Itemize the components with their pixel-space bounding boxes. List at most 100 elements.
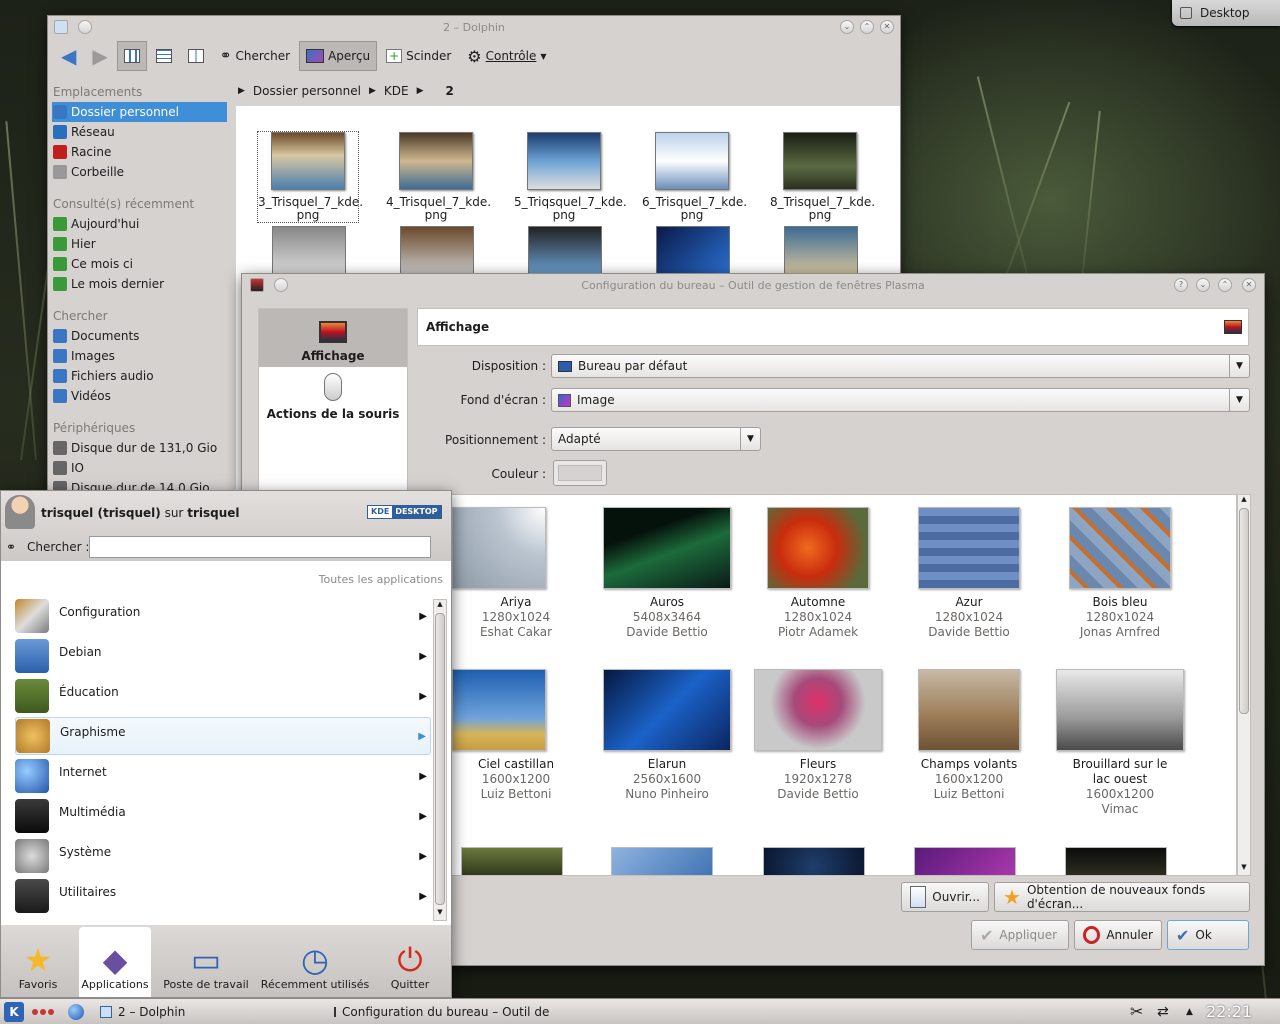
sidebar-item-search-1[interactable]: Images (52, 346, 115, 366)
wallpaper-item[interactable]: Champs volants 1600x1200 Luiz Bettoni (899, 669, 1039, 802)
search-input[interactable] (89, 536, 431, 558)
sidebar-item-search-0[interactable]: Documents (52, 326, 139, 346)
kde-launcher-icon[interactable]: K (4, 1001, 24, 1022)
globe-icon[interactable] (68, 1003, 84, 1020)
network-icon[interactable]: ⇄ (1157, 1004, 1169, 1020)
sidebar-item-places-0[interactable]: Dossier personnel (52, 102, 227, 122)
get-new-wallpapers-button[interactable]: ★ Obtention de nouveaux fonds d'écran... (994, 882, 1250, 912)
wallpaper-preview[interactable] (763, 847, 865, 875)
task-config[interactable]: Configuration du bureau – Outil de ge (330, 1001, 552, 1023)
file-thumbnail[interactable] (400, 226, 474, 276)
scroll-down-icon[interactable]: ▼ (434, 908, 446, 920)
close-button[interactable]: ✕ (880, 20, 894, 34)
window-menu-icon[interactable] (54, 20, 68, 34)
all-apps-label[interactable]: Toutes les applications (319, 573, 443, 586)
sidebar-item-search-3[interactable]: Vidéos (52, 386, 111, 406)
menu-category-item[interactable]: Internet ▶ (15, 757, 431, 795)
minimize-button[interactable]: ⌄ (1196, 278, 1210, 292)
wallpaper-item[interactable]: Brouillard sur le lac ouest 1600x1200 Vima… (1050, 669, 1190, 817)
file-item[interactable]: 5_Triqsquel_7_kde. png (514, 132, 627, 222)
open-button[interactable]: Ouvrir... (901, 882, 989, 912)
scissors-icon[interactable]: ✂ (1130, 1002, 1143, 1021)
wallpaper-item[interactable]: Automne 1280x1024 Piotr Adamek (748, 507, 888, 640)
sidebar-item-recent-1[interactable]: Hier (52, 234, 96, 254)
file-thumbnail[interactable] (528, 226, 602, 276)
minimize-button[interactable]: ⌄ (840, 20, 854, 34)
wallpaper-preview[interactable] (914, 847, 1016, 875)
breadcrumb-item[interactable]: Dossier personnel (253, 84, 361, 98)
breadcrumb-item[interactable]: KDE (384, 84, 409, 98)
kickoff-tab[interactable]: ▭ Poste de travail (157, 927, 255, 997)
sidebar-item-places-3[interactable]: Corbeille (52, 162, 124, 182)
forward-button[interactable]: ▶ (85, 41, 114, 71)
wallpaper-preview[interactable] (1065, 847, 1167, 875)
color-button[interactable] (553, 460, 607, 486)
sidebar-item-devices-1[interactable]: IO (52, 458, 84, 478)
config-titlebar[interactable]: Configuration du bureau – Outil de gesti… (242, 274, 1264, 296)
kickoff-tab[interactable]: ◆ Applications (79, 927, 151, 997)
file-item[interactable]: 4_Trisquel_7_kde. png (386, 132, 491, 222)
wallpaper-item[interactable]: Azur 1280x1024 Davide Bettio (899, 507, 1039, 640)
section-display[interactable]: Affichage (259, 309, 407, 367)
window-menu-icon[interactable] (250, 278, 264, 292)
keep-above-button[interactable] (78, 20, 92, 34)
section-mouse-actions[interactable]: Actions de la souris (259, 367, 407, 425)
scroll-up-icon[interactable]: ▲ (434, 600, 446, 612)
menu-category-item[interactable]: Graphisme ▶ (15, 717, 431, 755)
pager-icon[interactable] (32, 1008, 54, 1015)
menu-category-item[interactable]: Multimédia ▶ (15, 797, 431, 835)
wallpaper-item[interactable]: Ariya 1280x1024 Eshat Cakar (446, 507, 586, 640)
kickoff-tab[interactable]: ★ Favoris (3, 927, 73, 997)
clock[interactable]: 22:21 (1206, 1002, 1252, 1021)
close-button[interactable]: ✕ (1242, 278, 1256, 292)
sidebar-item-places-2[interactable]: Racine (52, 142, 111, 162)
maximize-button[interactable]: ⌃ (1218, 278, 1232, 292)
wallpaper-scrollbar[interactable]: ▲ ▼ (1237, 494, 1251, 876)
ok-button[interactable]: ✔ Ok (1167, 920, 1249, 950)
help-button[interactable]: ? (1174, 278, 1188, 292)
menu-category-item[interactable]: Debian ▶ (15, 637, 431, 675)
wallpaper-item[interactable]: Elarun 2560x1600 Nuno Pinheiro (597, 669, 737, 802)
scroll-thumb[interactable] (1239, 508, 1249, 714)
apply-button[interactable]: ✔ Appliquer (971, 920, 1069, 950)
search-button[interactable]: ⚭ Chercher (213, 41, 297, 71)
menu-category-item[interactable]: Utilitaires ▶ (15, 877, 431, 915)
split-button[interactable]: + Scinder (379, 41, 458, 71)
menu-category-item[interactable]: Système ▶ (15, 837, 431, 875)
sidebar-item-recent-0[interactable]: Aujourd'hui (52, 214, 139, 234)
breadcrumb-item[interactable]: 2 (445, 84, 453, 98)
file-thumbnail[interactable] (272, 226, 346, 276)
wallpaper-item[interactable]: Ciel castillan 1600x1200 Luiz Bettoni (446, 669, 586, 802)
menu-category-item[interactable]: Éducation ▶ (15, 677, 431, 715)
task-dolphin[interactable]: 2 – Dolphin (96, 1001, 330, 1023)
kickoff-tab[interactable]: ◷ Récemment utilisés (259, 927, 371, 997)
scroll-up-icon[interactable]: ▲ (1238, 495, 1250, 507)
file-thumbnail[interactable] (656, 226, 730, 276)
cancel-button[interactable]: Annuler (1074, 920, 1162, 950)
wallpaper-preview[interactable] (461, 847, 563, 875)
back-button[interactable]: ◀ (54, 41, 83, 71)
file-thumbnail[interactable] (784, 226, 858, 276)
tray-expand-icon[interactable]: ▲ (1186, 1007, 1193, 1017)
sidebar-item-recent-3[interactable]: Le mois dernier (52, 274, 164, 294)
sidebar-item-recent-2[interactable]: Ce mois ci (52, 254, 133, 274)
file-item[interactable]: 3_Trisquel_7_kde. png (257, 131, 363, 223)
icons-view-button[interactable] (116, 41, 147, 71)
details-view-button[interactable] (149, 41, 179, 71)
maximize-button[interactable]: ⌃ (860, 20, 874, 34)
columns-view-button[interactable] (181, 41, 211, 71)
control-button[interactable]: ⚙ Contrôle ▼ (460, 41, 553, 71)
keep-above-button[interactable] (274, 278, 288, 292)
dolphin-titlebar[interactable]: 2 – Dolphin ⌄ ⌃ ✕ (48, 16, 900, 38)
category-scrollbar[interactable]: ▲ ▼ (433, 599, 447, 921)
layout-combo[interactable]: Bureau par défaut ▼ (551, 354, 1250, 378)
scroll-down-icon[interactable]: ▼ (1238, 863, 1250, 875)
desktop-button[interactable]: Desktop (1172, 0, 1280, 26)
sidebar-item-devices-0[interactable]: Disque dur de 131,0 Gio (52, 438, 217, 458)
scroll-thumb[interactable] (435, 613, 445, 905)
preview-button[interactable]: Aperçu (299, 41, 378, 71)
kickoff-tab[interactable]: ⏻ Quitter (371, 927, 449, 997)
menu-category-item[interactable]: Configuration ▶ (15, 597, 431, 635)
file-item[interactable]: 8_Trisquel_7_kde. png (770, 132, 875, 222)
sidebar-item-search-2[interactable]: Fichiers audio (52, 366, 154, 386)
